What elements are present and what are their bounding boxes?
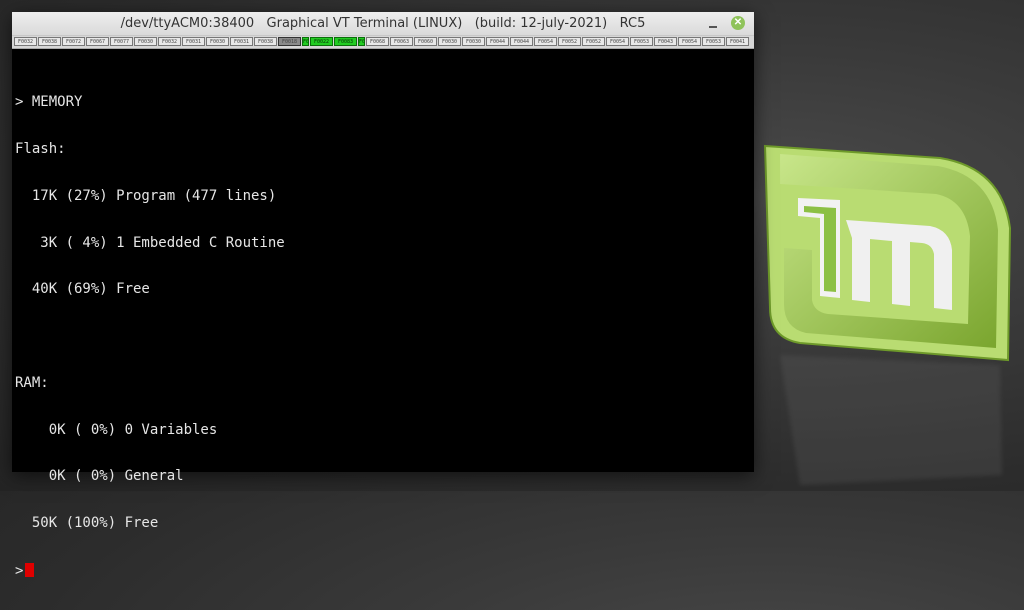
function-key[interactable]: F0038 (38, 37, 61, 46)
function-key[interactable]: F0030 (206, 37, 229, 46)
function-key[interactable]: F0053 (630, 37, 653, 46)
terminal-line: 0K ( 0%) General (15, 468, 184, 485)
function-key[interactable]: F0 (302, 37, 309, 46)
logo-reflection (780, 355, 1002, 485)
function-key[interactable]: F0030 (134, 37, 157, 46)
terminal-line: RAM: (15, 374, 49, 391)
function-key[interactable]: F0041 (726, 37, 749, 46)
text-cursor (25, 563, 35, 577)
function-key[interactable]: F0083 (334, 37, 357, 46)
terminal-line: 40K (69%) Free (15, 281, 150, 298)
function-key[interactable]: F0068 (366, 37, 389, 46)
close-icon[interactable]: ✕ (731, 16, 745, 30)
function-key[interactable]: F0054 (678, 37, 701, 46)
terminal-line: 0K ( 0%) 0 Variables (15, 421, 218, 438)
function-key[interactable]: F0067 (86, 37, 109, 46)
function-key[interactable]: F0072 (62, 37, 85, 46)
function-key[interactable]: F0043 (654, 37, 677, 46)
terminal-line: Flash: (15, 140, 66, 157)
function-key[interactable]: F0030 (462, 37, 485, 46)
terminal-line: > MEMORY (15, 94, 83, 111)
terminal-output[interactable]: > MEMORY Flash: 17K (27%) Program (477 l… (15, 64, 754, 610)
function-key[interactable]: F0 (358, 37, 365, 46)
prompt-symbol: > (15, 563, 24, 579)
function-key[interactable]: F0060 (414, 37, 437, 46)
prompt-line: > (15, 563, 754, 579)
function-key[interactable]: F0022 (310, 37, 333, 46)
function-key[interactable]: F0030 (438, 37, 461, 46)
function-key[interactable]: F0054 (534, 37, 557, 46)
linux-mint-logo-icon (763, 144, 1012, 362)
function-key[interactable]: F0053 (702, 37, 725, 46)
function-key[interactable]: F0077 (110, 37, 133, 46)
terminal-line: 3K ( 4%) 1 Embedded C Routine (15, 234, 285, 251)
minimize-icon[interactable] (706, 16, 720, 30)
terminal-window: /dev/ttyACM0:38400 Graphical VT Terminal… (12, 12, 754, 579)
function-key[interactable]: F0018 (278, 37, 301, 46)
function-key-bar: F0032 F0038 F0072 F0067 F0077 F0030 F0032 F0031… (12, 36, 754, 49)
function-key[interactable]: F0052 (558, 37, 581, 46)
function-key[interactable]: F0063 (390, 37, 413, 46)
function-key[interactable]: F0038 (254, 37, 277, 46)
function-key[interactable]: F0044 (510, 37, 533, 46)
terminal-line: 50K (100%) Free (15, 515, 159, 532)
function-key[interactable]: F0044 (486, 37, 509, 46)
function-key[interactable]: F0032 (158, 37, 181, 46)
function-key[interactable]: F0032 (14, 37, 37, 46)
function-key[interactable]: F0052 (582, 37, 605, 46)
function-key[interactable]: F0031 (182, 37, 205, 46)
terminal-line: 17K (27%) Program (477 lines) (15, 187, 277, 204)
title-bar[interactable]: /dev/ttyACM0:38400 Graphical VT Terminal… (12, 12, 754, 36)
window-title: /dev/ttyACM0:38400 Graphical VT Terminal… (120, 16, 646, 31)
function-key[interactable]: F0054 (606, 37, 629, 46)
function-key[interactable]: F0031 (230, 37, 253, 46)
